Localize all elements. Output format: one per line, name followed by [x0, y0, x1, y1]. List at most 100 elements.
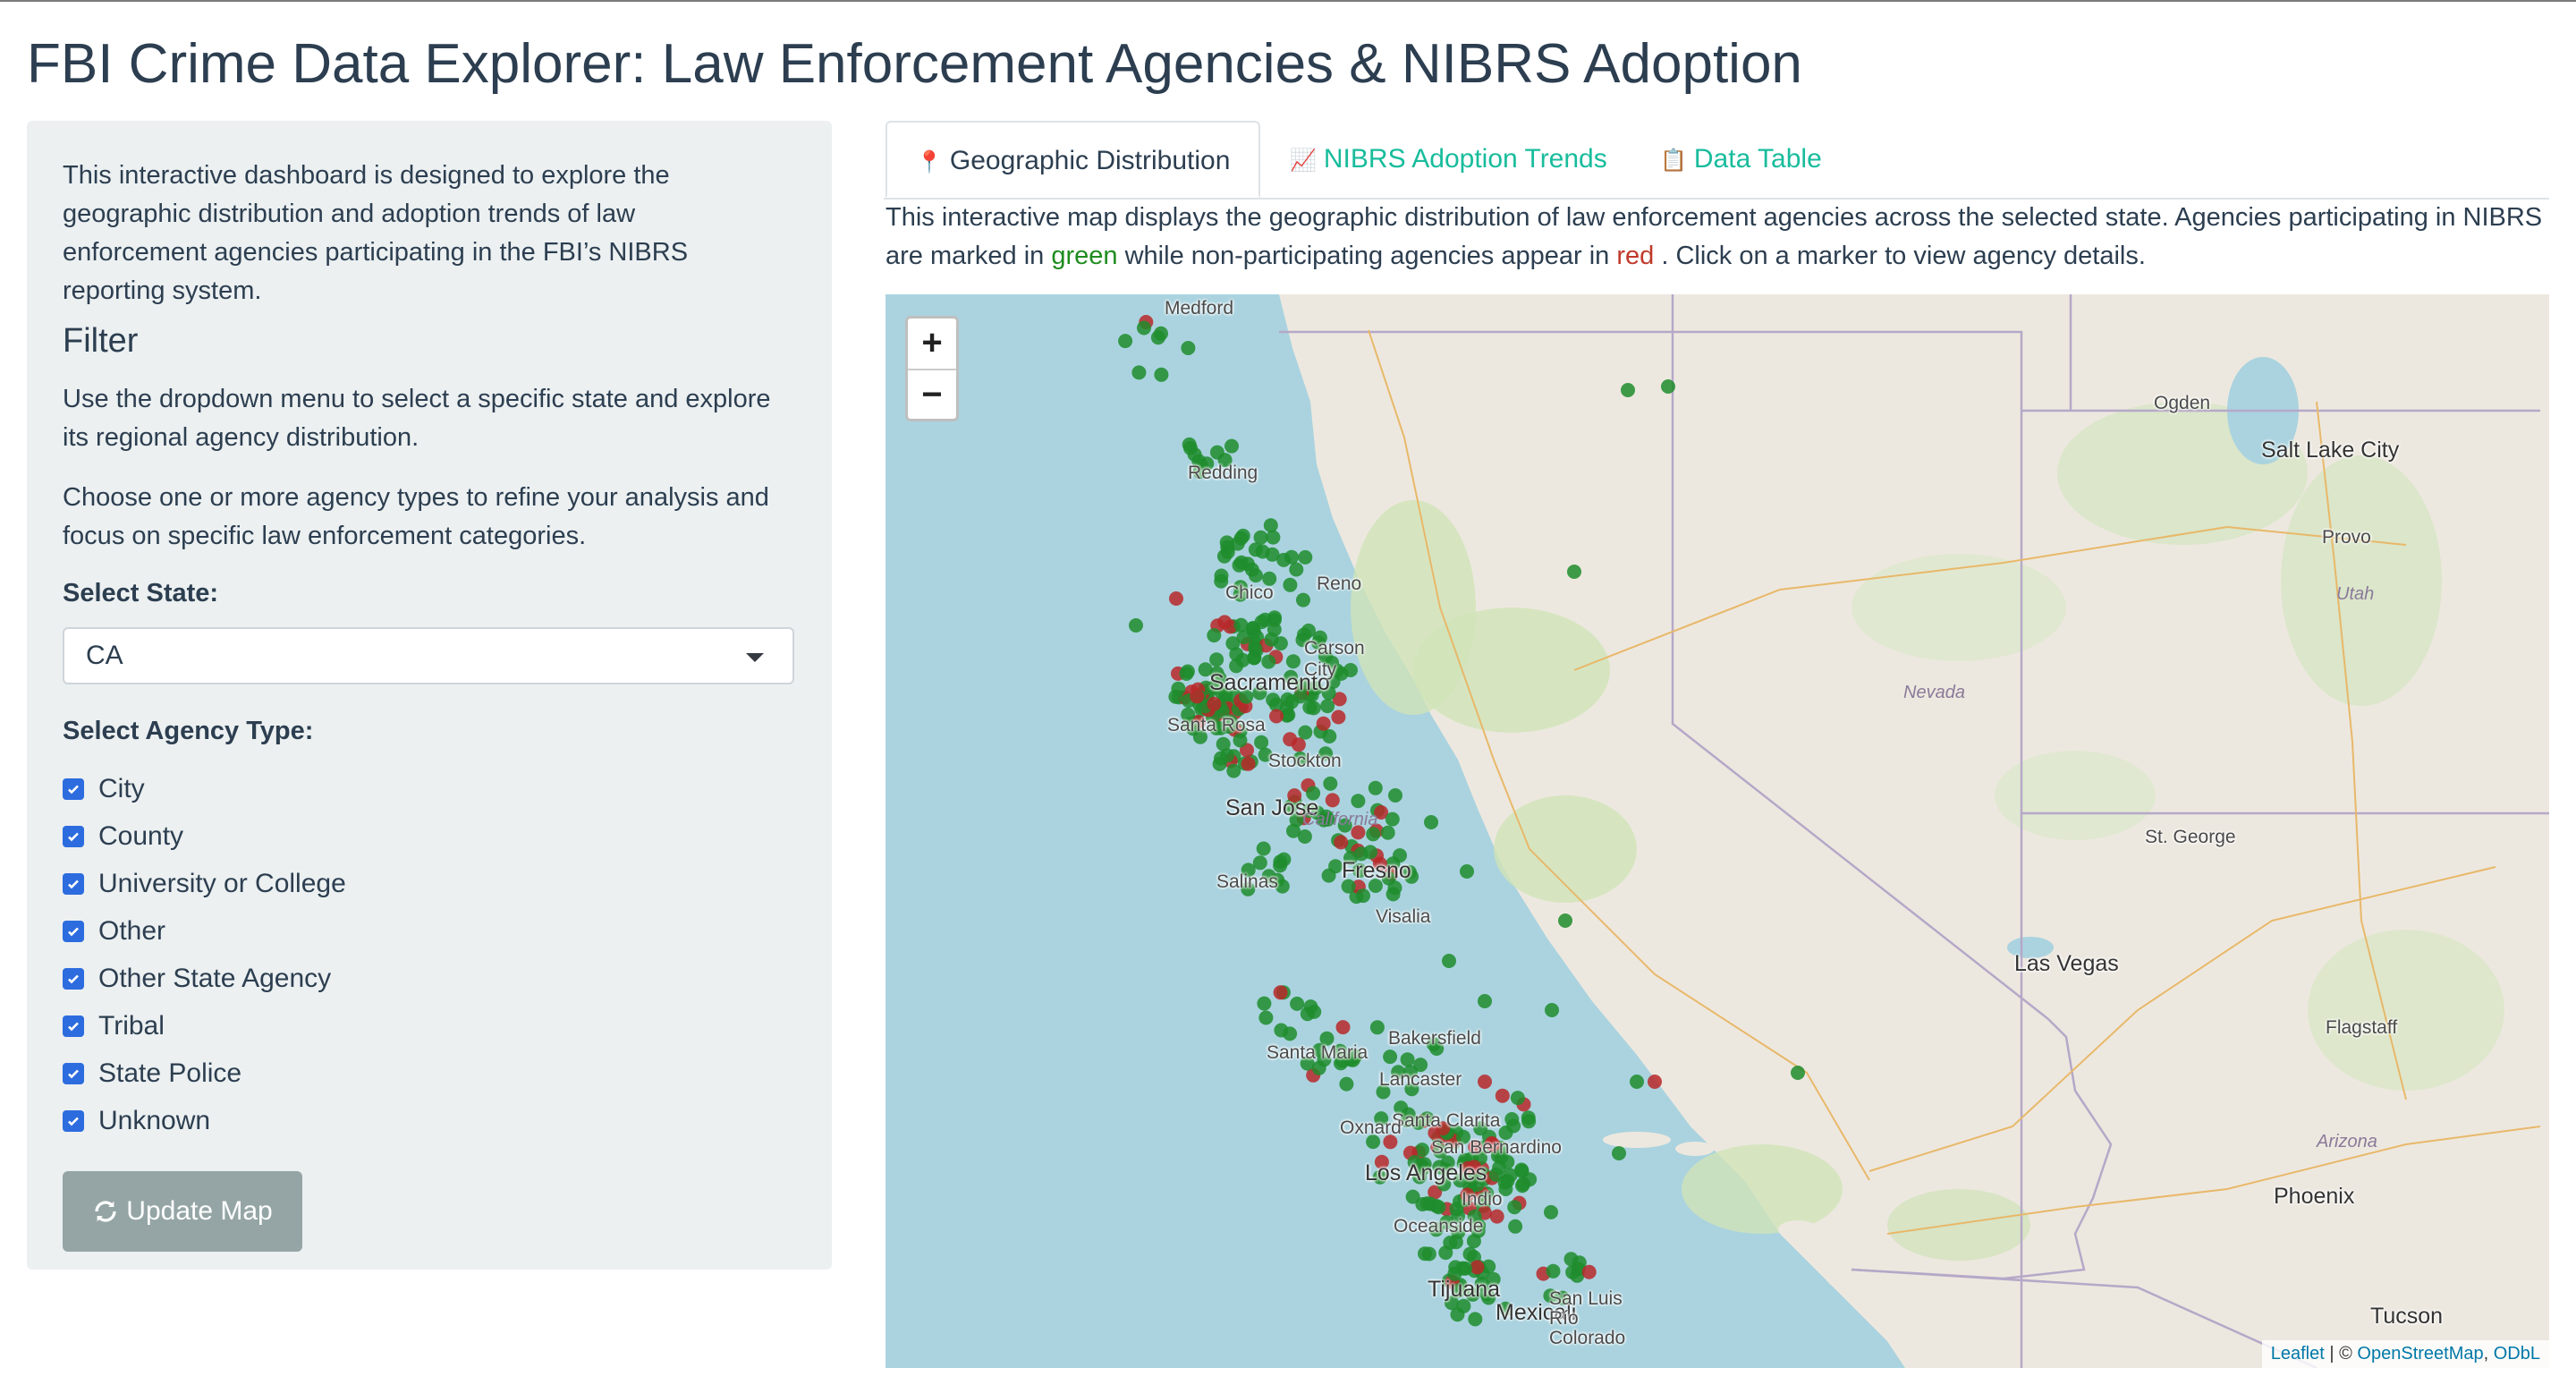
agency-marker[interactable]: [1351, 794, 1366, 809]
agency-marker[interactable]: [1321, 868, 1336, 883]
agency-marker[interactable]: [1380, 825, 1395, 840]
agency-marker[interactable]: [1621, 383, 1635, 397]
agency-marker[interactable]: [1298, 549, 1313, 565]
agency-marker[interactable]: [1169, 591, 1183, 606]
checkbox-checked-icon[interactable]: [63, 920, 84, 942]
agency-marker[interactable]: [1478, 1075, 1492, 1089]
agency-marker[interactable]: [1217, 615, 1233, 630]
agency-marker[interactable]: [1273, 636, 1288, 651]
agency-marker[interactable]: [1504, 1112, 1520, 1126]
agency-marker[interactable]: [1385, 811, 1400, 827]
agency-marker[interactable]: [1258, 1010, 1274, 1025]
agency-marker[interactable]: [1283, 577, 1298, 592]
agency-marker[interactable]: [1296, 592, 1310, 608]
agency-type-checkbox[interactable]: Other: [63, 907, 796, 955]
agency-marker[interactable]: [1207, 628, 1222, 643]
agency-type-checkbox[interactable]: City: [63, 765, 796, 812]
agency-marker[interactable]: [1339, 1076, 1354, 1092]
agency-marker[interactable]: [1129, 618, 1143, 633]
agency-marker[interactable]: [1269, 709, 1284, 724]
tab-geographic-distribution[interactable]: 📍 Geographic Distribution: [886, 121, 1261, 198]
agency-marker[interactable]: [1284, 694, 1300, 709]
checkbox-checked-icon[interactable]: [63, 967, 84, 990]
agency-marker[interactable]: [1307, 1004, 1322, 1019]
agency-marker[interactable]: [1648, 1075, 1662, 1089]
agency-marker[interactable]: [1257, 996, 1272, 1011]
agency-marker[interactable]: [1256, 841, 1271, 856]
agency-marker[interactable]: [1791, 1066, 1805, 1080]
agency-marker[interactable]: [1235, 652, 1250, 667]
agency-marker[interactable]: [1286, 823, 1301, 838]
agency-marker[interactable]: [1224, 438, 1239, 454]
agency-marker[interactable]: [1254, 735, 1269, 750]
update-map-button[interactable]: Update Map: [63, 1171, 302, 1252]
agency-marker[interactable]: [1180, 664, 1195, 679]
agency-marker[interactable]: [1289, 562, 1304, 577]
agency-marker[interactable]: [1181, 341, 1196, 355]
agency-marker[interactable]: [1438, 1245, 1453, 1261]
agency-marker[interactable]: [1306, 701, 1321, 716]
agency-marker[interactable]: [1478, 994, 1492, 1008]
agency-marker[interactable]: [1356, 888, 1370, 904]
agency-marker[interactable]: [1323, 776, 1338, 791]
checkbox-checked-icon[interactable]: [63, 1109, 84, 1132]
agency-marker[interactable]: [1331, 709, 1346, 725]
agency-marker[interactable]: [1421, 1246, 1436, 1262]
leaflet-link[interactable]: Leaflet: [2271, 1344, 2325, 1364]
agency-marker[interactable]: [1263, 518, 1278, 533]
agency-marker[interactable]: [1187, 447, 1202, 462]
agency-marker[interactable]: [1630, 1075, 1644, 1089]
agency-marker[interactable]: [1388, 788, 1402, 803]
agency-marker[interactable]: [1400, 1052, 1415, 1067]
agency-marker[interactable]: [1488, 1167, 1504, 1182]
agency-marker[interactable]: [1220, 748, 1235, 763]
tab-nibrs-adoption-trends[interactable]: 📈 NIBRS Adoption Trends: [1290, 121, 1607, 198]
agency-marker[interactable]: [1209, 445, 1224, 460]
agency-marker[interactable]: [1233, 531, 1249, 546]
agency-marker[interactable]: [1284, 549, 1299, 565]
agency-marker[interactable]: [1442, 954, 1456, 968]
checkbox-checked-icon[interactable]: [63, 872, 84, 895]
agency-marker[interactable]: [1233, 617, 1249, 633]
agency-marker[interactable]: [1558, 913, 1572, 928]
odbl-link[interactable]: ODbL: [2494, 1344, 2540, 1364]
agency-marker[interactable]: [1214, 568, 1229, 583]
agency-marker[interactable]: [1298, 725, 1313, 740]
agency-marker[interactable]: [1171, 681, 1186, 696]
checkbox-checked-icon[interactable]: [63, 825, 84, 847]
tab-data-table[interactable]: 📋 Data Table: [1660, 121, 1822, 198]
agency-marker[interactable]: [1207, 696, 1222, 711]
agency-marker[interactable]: [1510, 1091, 1525, 1106]
checkbox-checked-icon[interactable]: [63, 1062, 84, 1084]
agency-marker[interactable]: [1424, 815, 1438, 829]
agency-marker[interactable]: [1468, 1312, 1483, 1327]
agency-marker[interactable]: [1460, 864, 1474, 879]
agency-marker[interactable]: [1544, 1204, 1558, 1219]
agency-marker[interactable]: [1581, 1264, 1597, 1279]
agency-map[interactable]: Medford Redding Chico Sacramento Santa R…: [886, 294, 2549, 1368]
agency-marker[interactable]: [1325, 793, 1340, 808]
agency-marker[interactable]: [1369, 1020, 1385, 1035]
agency-marker[interactable]: [1431, 1200, 1446, 1215]
agency-marker[interactable]: [1253, 530, 1268, 545]
agency-type-checkbox[interactable]: Other State Agency: [63, 955, 796, 1002]
zoom-in-button[interactable]: +: [908, 319, 956, 370]
checkbox-checked-icon[interactable]: [63, 1015, 84, 1037]
agency-marker[interactable]: [1226, 763, 1241, 778]
agency-marker[interactable]: [1546, 1263, 1561, 1279]
agency-marker[interactable]: [1320, 699, 1335, 714]
agency-marker[interactable]: [1285, 654, 1301, 669]
agency-marker[interactable]: [1233, 555, 1249, 570]
state-select[interactable]: CA: [63, 627, 794, 684]
agency-marker[interactable]: [1383, 1049, 1398, 1065]
agency-marker[interactable]: [1137, 320, 1151, 336]
agency-marker[interactable]: [1283, 732, 1298, 747]
agency-marker[interactable]: [1209, 652, 1224, 667]
agency-marker[interactable]: [1131, 365, 1147, 380]
agency-marker[interactable]: [1216, 548, 1232, 564]
agency-marker[interactable]: [1521, 1110, 1536, 1126]
agency-marker[interactable]: [1495, 1088, 1510, 1103]
agency-type-checkbox[interactable]: State Police: [63, 1049, 796, 1097]
agency-marker[interactable]: [1335, 1020, 1351, 1035]
agency-marker[interactable]: [1241, 756, 1256, 771]
